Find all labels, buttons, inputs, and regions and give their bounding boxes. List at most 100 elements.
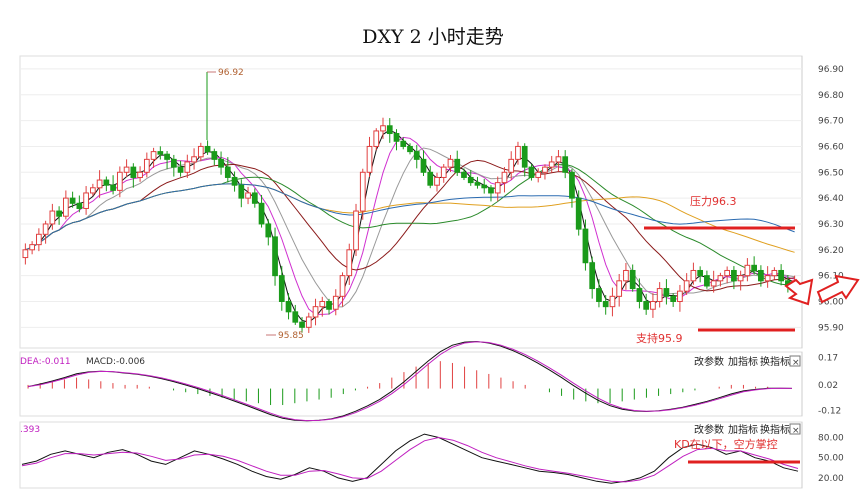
- candle-body: [359, 171, 366, 212]
- candle-body: [393, 133, 400, 142]
- candle-body: [89, 187, 96, 194]
- candle-body: [656, 288, 663, 302]
- candle-body: [218, 158, 224, 168]
- candle-body: [494, 182, 501, 194]
- candle-body: [292, 311, 299, 323]
- candle-body: [488, 187, 494, 194]
- candle-body: [386, 125, 393, 135]
- candle-body: [299, 321, 305, 328]
- candle-body: [629, 269, 636, 290]
- low-marker: 95.85: [278, 331, 304, 341]
- candle-body: [575, 197, 582, 230]
- y-tick-label: 95.90: [818, 323, 844, 333]
- kd-edit-params-button[interactable]: 改参数: [694, 423, 724, 436]
- candle-body: [548, 161, 555, 168]
- candle-body: [29, 244, 35, 251]
- candle-body: [724, 269, 731, 277]
- candle-body: [130, 166, 137, 178]
- candle-body: [515, 145, 521, 160]
- candle-body: [474, 182, 481, 186]
- candle-body: [319, 300, 326, 308]
- candle-body: [251, 192, 258, 204]
- candle-body: [143, 158, 150, 173]
- candle-body: [454, 158, 461, 173]
- candle-body: [400, 140, 407, 147]
- kd-close-icon: ×: [792, 426, 800, 436]
- candle-body: [481, 184, 488, 189]
- y-tick-label: 96.70: [818, 117, 844, 127]
- candle-body: [778, 269, 784, 282]
- macd-value-label: MACD:-0.006: [86, 357, 145, 367]
- macd-y-tick-labels: 0.17 0.02 -0.12: [818, 353, 841, 416]
- macd-edit-params-button[interactable]: 改参数: [694, 355, 724, 368]
- kd-value-label: .393: [20, 425, 40, 435]
- y-tick-label: 96.90: [818, 65, 844, 75]
- y-tick-label: 96.20: [818, 246, 844, 256]
- candle-body: [764, 275, 771, 282]
- candle-body: [440, 166, 447, 178]
- y-tick-label: 96.40: [818, 194, 844, 204]
- candle-body: [305, 316, 312, 328]
- kd-y-tick-label: 80.00: [818, 433, 844, 443]
- ma-line: [25, 183, 795, 251]
- macd-lines: [27, 340, 792, 422]
- kd-y-tick-label: 20.00: [818, 474, 844, 484]
- candle-body: [164, 153, 170, 160]
- macd-switch-indicator-button[interactable]: 换指标: [760, 355, 790, 368]
- high-marker: 96.92: [218, 68, 244, 78]
- candle-body: [36, 233, 42, 246]
- candle-body: [231, 176, 238, 186]
- candle-body: [103, 179, 110, 186]
- candle-body: [596, 288, 602, 302]
- candle-body: [636, 288, 643, 302]
- candle-body: [501, 171, 508, 184]
- candle-body: [737, 275, 744, 282]
- candle-body: [704, 275, 710, 287]
- kd-switch-indicator-button[interactable]: 换指标: [760, 423, 790, 436]
- candle-body: [339, 275, 346, 297]
- support-label: 支持95.9: [636, 331, 683, 345]
- candle-body: [326, 300, 332, 310]
- candle-body: [238, 184, 245, 199]
- candle-body: [407, 145, 413, 153]
- candle-body: [447, 158, 454, 168]
- candle-body: [663, 288, 670, 297]
- y-tick-label: 96.60: [818, 142, 844, 152]
- macd-dea-label: DEA:-0.011: [20, 357, 71, 367]
- y-tick-label: 96.30: [818, 220, 844, 230]
- macd-add-indicator-button[interactable]: 加指标: [728, 355, 758, 368]
- candle-body: [373, 130, 380, 147]
- y-tick-label: 96.50: [818, 168, 844, 178]
- candle-body: [272, 236, 278, 277]
- kd-y-tick-labels: 80.00 50.00 20.00: [818, 433, 844, 483]
- candle-body: [609, 295, 616, 308]
- candle-body: [602, 300, 609, 308]
- candle-body: [69, 197, 76, 204]
- candle-body: [697, 269, 704, 277]
- candle-body: [211, 151, 218, 160]
- candle-body: [616, 280, 623, 297]
- candle-body: [278, 275, 285, 302]
- candle-body: [670, 295, 677, 302]
- macd-close-icon: ×: [792, 358, 800, 368]
- candle-body: [96, 179, 103, 189]
- candle-body: [508, 158, 515, 173]
- candle-body: [224, 166, 231, 178]
- candle-body: [683, 280, 690, 292]
- candle-body: [62, 197, 69, 217]
- macd-y-tick-label: -0.12: [818, 407, 841, 417]
- candle-body: [265, 223, 272, 238]
- candle-body: [690, 269, 697, 282]
- candle-body: [643, 300, 650, 310]
- candle-body: [150, 151, 157, 160]
- candle-body: [346, 249, 353, 277]
- kd-add-indicator-button[interactable]: 加指标: [728, 423, 758, 436]
- candle-body: [110, 184, 116, 191]
- candle-body: [555, 156, 562, 163]
- candle-body: [49, 210, 56, 225]
- candle-body: [177, 166, 184, 173]
- candle-body: [744, 264, 751, 277]
- candle-body: [204, 145, 211, 153]
- candle-body: [258, 202, 265, 225]
- candle-body: [717, 275, 724, 282]
